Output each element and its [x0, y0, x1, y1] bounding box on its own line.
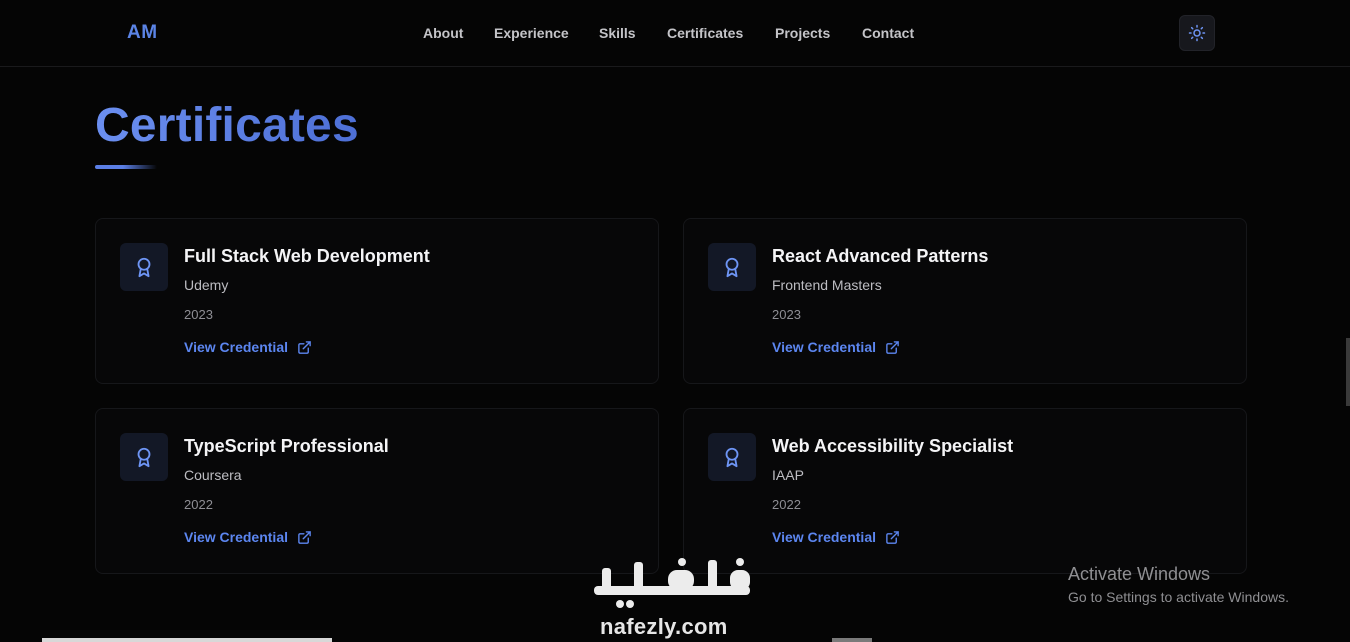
external-link-icon: [298, 530, 311, 544]
certificate-icon-box: [708, 243, 756, 291]
certificate-title: React Advanced Patterns: [772, 246, 989, 266]
sun-icon: [1188, 24, 1206, 42]
external-link-icon: [886, 340, 899, 354]
view-credential-label: View Credential: [184, 529, 289, 545]
nafezly-logo-mark: [594, 558, 750, 608]
certificate-card: Web Accessibility Specialist IAAP 2022 V…: [683, 408, 1247, 574]
award-ribbon-icon: [137, 447, 151, 468]
certificate-issuer: Udemy: [184, 277, 229, 293]
certificate-issuer: IAAP: [772, 467, 804, 483]
external-link-icon: [886, 530, 899, 544]
scrollbar-thumb[interactable]: [1346, 338, 1350, 406]
view-credential-label: View Credential: [772, 529, 877, 545]
certificate-year: 2022: [184, 497, 213, 512]
award-ribbon-icon: [137, 257, 151, 278]
certificate-card: TypeScript Professional Coursera 2022 Vi…: [95, 408, 659, 574]
title-underline: [95, 165, 157, 169]
view-credential-link[interactable]: View Credential: [184, 339, 312, 355]
nav-link-skills[interactable]: Skills: [599, 25, 636, 41]
certificate-year: 2023: [184, 307, 213, 322]
award-ribbon-icon: [725, 447, 739, 468]
view-credential-label: View Credential: [184, 339, 289, 355]
certificate-icon-box: [708, 433, 756, 481]
certificate-issuer: Coursera: [184, 467, 242, 483]
view-credential-link[interactable]: View Credential: [772, 529, 900, 545]
certificate-card: React Advanced Patterns Frontend Masters…: [683, 218, 1247, 384]
nav-link-contact[interactable]: Contact: [862, 25, 914, 41]
top-navbar: AM About Experience Skills Certificates …: [0, 0, 1350, 67]
external-link-icon: [298, 340, 311, 354]
nafezly-url: nafezly.com: [600, 614, 728, 639]
view-credential-link[interactable]: View Credential: [772, 339, 900, 355]
nav-link-about[interactable]: About: [423, 25, 463, 41]
certificate-title: Full Stack Web Development: [184, 246, 430, 266]
certificate-title: Web Accessibility Specialist: [772, 436, 1014, 456]
nav-link-certificates[interactable]: Certificates: [667, 25, 743, 41]
site-logo[interactable]: AM: [127, 22, 158, 44]
nav-link-projects[interactable]: Projects: [775, 25, 830, 41]
certificate-title: TypeScript Professional: [184, 436, 389, 456]
view-credential-link[interactable]: View Credential: [184, 529, 312, 545]
award-ribbon-icon: [725, 257, 739, 278]
certificate-issuer: Frontend Masters: [772, 277, 882, 293]
section-title: Certificates: [95, 99, 359, 152]
activate-windows-subtitle: Go to Settings to activate Windows.: [1068, 589, 1289, 605]
view-credential-label: View Credential: [772, 339, 877, 355]
taskbar-strip-secondary: [832, 638, 872, 642]
nav-link-experience[interactable]: Experience: [494, 25, 569, 41]
certificate-year: 2023: [772, 307, 801, 322]
certificate-icon-box: [120, 243, 168, 291]
activate-windows-title: Activate Windows: [1068, 564, 1211, 584]
certificate-year: 2022: [772, 497, 801, 512]
taskbar-strip: [42, 638, 332, 642]
certificate-icon-box: [120, 433, 168, 481]
certificate-card: Full Stack Web Development Udemy 2023 Vi…: [95, 218, 659, 384]
theme-toggle-button[interactable]: [1179, 15, 1215, 51]
